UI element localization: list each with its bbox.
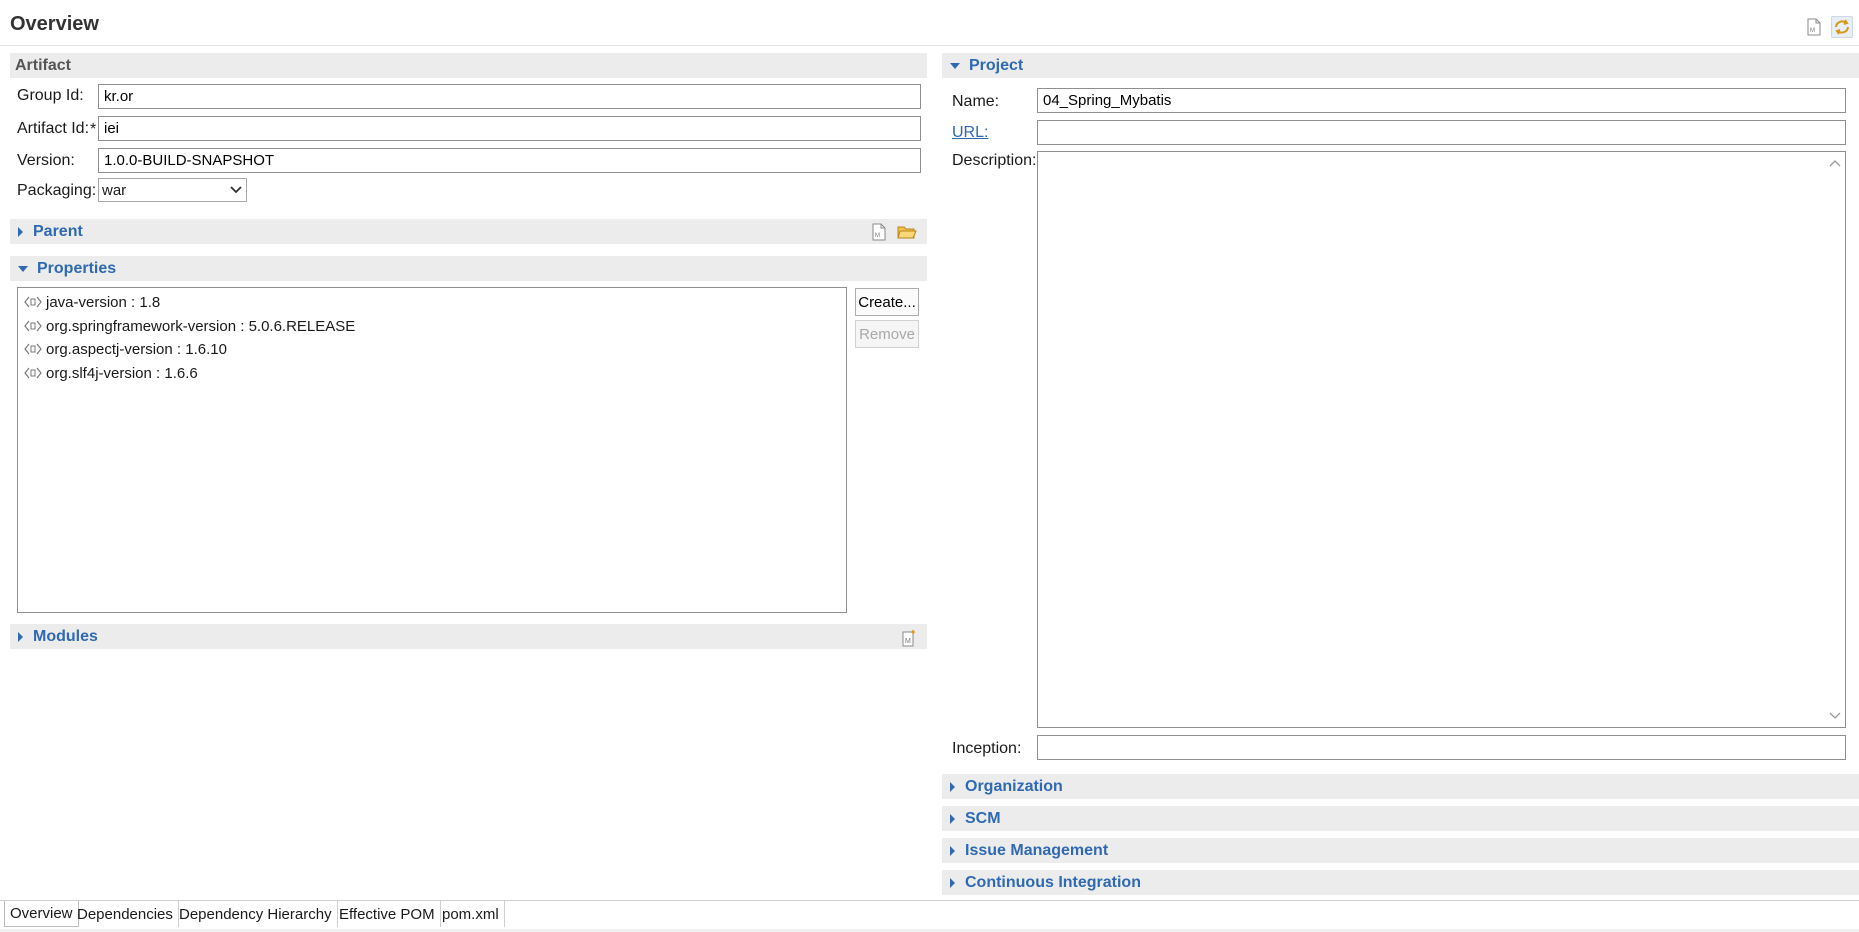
pom-file-icon[interactable]: M (1803, 16, 1825, 38)
expand-arrow-icon (950, 781, 955, 792)
collapse-arrow-icon (18, 265, 28, 272)
expand-arrow-icon (950, 813, 955, 824)
scm-section-header[interactable]: SCM (942, 806, 1859, 831)
modules-section-title: Modules (33, 627, 98, 645)
property-text: org.aspectj-version : 1.6.10 (46, 340, 227, 358)
version-field[interactable] (98, 148, 921, 173)
expand-arrow-icon (950, 845, 955, 856)
page-title: Overview (10, 13, 99, 35)
artifact-id-label: Artifact Id: (17, 120, 90, 137)
inception-label: Inception: (952, 740, 1022, 757)
add-module-icon[interactable]: M (899, 628, 919, 648)
project-section-title: Project (969, 56, 1024, 74)
artifact-section-title: Artifact (15, 56, 72, 74)
continuous-integration-section-title: Continuous Integration (965, 873, 1141, 891)
url-link[interactable]: URL: (952, 124, 988, 142)
scroll-down-icon[interactable] (1828, 709, 1842, 723)
svg-text:M: M (1810, 28, 1815, 34)
editor-tabbar: Overview Dependencies Dependency Hierarc… (0, 900, 1859, 932)
pom-file-icon[interactable]: M (869, 222, 889, 242)
tab-overview[interactable]: Overview (4, 901, 79, 927)
svg-text:M: M (875, 233, 880, 239)
create-property-button[interactable]: Create... (855, 288, 919, 316)
property-text: java-version : 1.8 (46, 293, 161, 311)
properties-list[interactable]: java-version : 1.8 org.springframework-v… (17, 287, 847, 613)
tab-effective-pom[interactable]: Effective POM (334, 901, 441, 927)
list-item[interactable]: org.slf4j-version : 1.6.6 (24, 362, 198, 384)
packaging-value: war (102, 181, 127, 199)
list-item[interactable]: org.springframework-version : 5.0.6.RELE… (24, 315, 355, 337)
expand-arrow-icon (950, 877, 955, 888)
property-icon (24, 295, 44, 309)
issue-management-section-header[interactable]: Issue Management (942, 838, 1859, 863)
artifact-id-field[interactable] (98, 116, 921, 141)
project-section-header[interactable]: Project (942, 53, 1859, 78)
inception-field[interactable] (1037, 735, 1846, 760)
version-label: Version: (17, 152, 75, 169)
sync-icon[interactable] (1831, 16, 1853, 38)
expand-arrow-icon (18, 226, 23, 237)
required-marker: * (90, 121, 97, 138)
properties-section-header[interactable]: Properties (10, 256, 927, 281)
scm-section-title: SCM (965, 809, 1001, 827)
property-icon (24, 366, 44, 380)
packaging-select[interactable]: war (98, 178, 247, 202)
open-folder-icon[interactable] (897, 222, 917, 242)
organization-section-title: Organization (965, 777, 1063, 795)
scroll-up-icon[interactable] (1828, 156, 1842, 170)
expand-arrow-icon (18, 631, 23, 642)
property-text: org.slf4j-version : 1.6.6 (46, 364, 198, 382)
chevron-down-icon (229, 183, 243, 197)
collapse-arrow-icon (950, 62, 960, 69)
list-item[interactable]: java-version : 1.8 (24, 291, 160, 313)
tab-pom-xml[interactable]: pom.xml (437, 901, 505, 927)
parent-section-title: Parent (33, 222, 83, 240)
tab-dependency-hierarchy[interactable]: Dependency Hierarchy (174, 901, 338, 927)
continuous-integration-section-header[interactable]: Continuous Integration (942, 870, 1859, 895)
project-name-label: Name: (952, 93, 1000, 110)
editor-header: Overview M (0, 0, 1859, 46)
organization-section-header[interactable]: Organization (942, 774, 1859, 799)
modules-section-header[interactable]: Modules (10, 624, 927, 649)
list-item[interactable]: org.aspectj-version : 1.6.10 (24, 338, 227, 360)
property-icon (24, 319, 44, 333)
description-textarea[interactable] (1037, 151, 1846, 728)
properties-section-title: Properties (37, 259, 117, 277)
group-id-label: Group Id: (17, 87, 84, 104)
svg-text:M: M (905, 638, 911, 645)
property-text: org.springframework-version : 5.0.6.RELE… (46, 317, 356, 335)
packaging-label: Packaging: (17, 182, 97, 199)
parent-section-header[interactable]: Parent (10, 219, 927, 244)
issue-management-section-title: Issue Management (965, 841, 1109, 859)
property-icon (24, 342, 44, 356)
url-field[interactable] (1037, 120, 1846, 145)
project-name-field[interactable] (1037, 88, 1846, 113)
artifact-section-header: Artifact (10, 53, 927, 78)
description-label: Description: (952, 152, 1037, 169)
tab-dependencies[interactable]: Dependencies (72, 901, 179, 927)
group-id-field[interactable] (98, 84, 921, 109)
remove-property-button[interactable]: Remove (855, 320, 919, 348)
